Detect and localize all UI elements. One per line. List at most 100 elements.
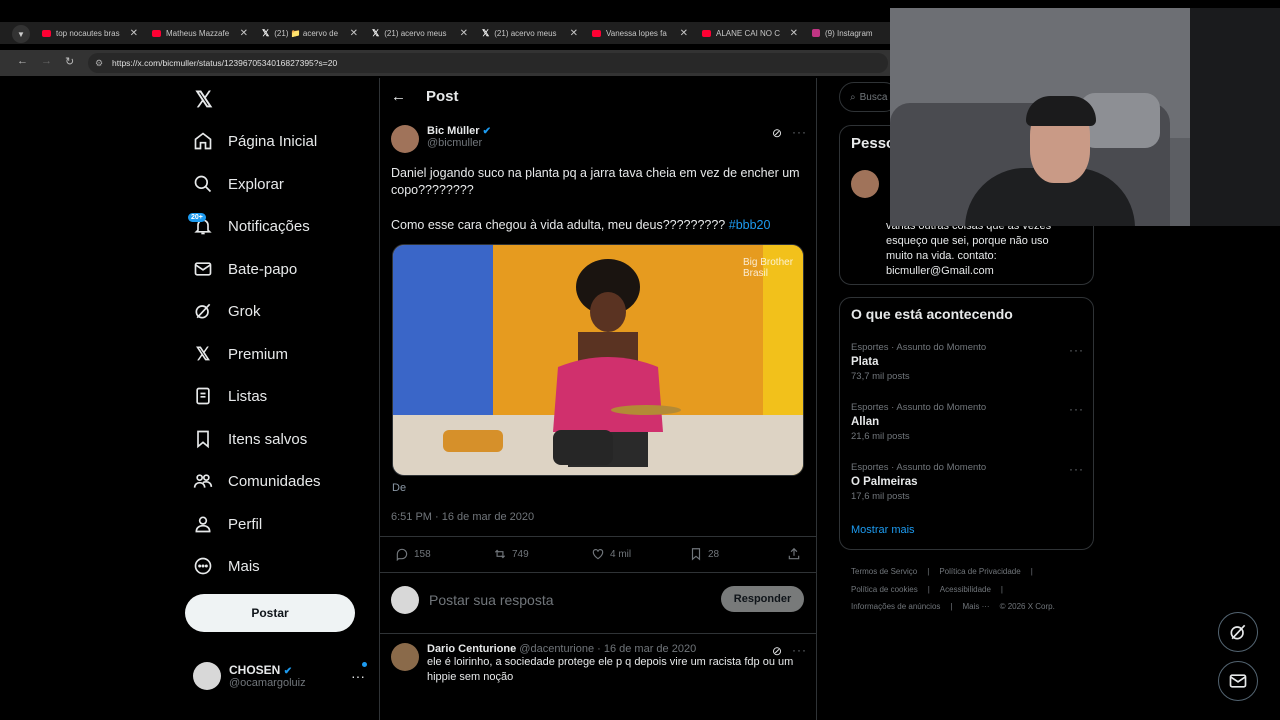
nav-communities[interactable]: Comunidades: [192, 470, 321, 492]
reply-input[interactable]: Postar sua resposta: [429, 592, 554, 608]
x-logo-icon: 𝕏: [195, 343, 211, 364]
post-header: ← Post: [391, 88, 459, 105]
unread-dot: [362, 662, 367, 667]
grok-icon[interactable]: ⊘: [772, 644, 782, 658]
share-icon: [788, 547, 800, 560]
nav-home[interactable]: Página Inicial: [192, 130, 317, 152]
avatar[interactable]: [391, 643, 419, 671]
hashtag-link[interactable]: #bbb20: [729, 218, 771, 232]
trends-title: O que está acontecendo: [851, 306, 1013, 322]
close-icon[interactable]: ✕: [350, 28, 358, 39]
browser-tab[interactable]: ALANE CAI NO C ✕: [696, 22, 798, 44]
nav-explore[interactable]: Explorar: [192, 173, 284, 195]
post-media[interactable]: Big Brother Brasil: [392, 244, 804, 476]
like-action[interactable]: 4 mil: [591, 547, 631, 561]
trend-item[interactable]: Esportes · Assunto do Momento Allan 21,6 m…: [851, 402, 986, 442]
more-dots-icon[interactable]: ···: [1069, 343, 1084, 357]
nav-profile[interactable]: Perfil: [192, 513, 262, 535]
grok-icon: [1230, 624, 1246, 640]
url-field[interactable]: ⚙ https://x.com/bicmuller/status/12396705…: [88, 53, 888, 73]
mail-icon: [1229, 674, 1247, 688]
browser-tab[interactable]: 𝕏 (21) 📁 acervo de ✕: [256, 22, 358, 44]
youtube-icon: [592, 29, 601, 37]
trend-item[interactable]: Esportes · Assunto do Momento Plata 73,7 m…: [851, 342, 986, 382]
more-dots-icon[interactable]: ···: [351, 668, 365, 684]
more-circle-icon: [192, 555, 214, 577]
close-icon[interactable]: ✕: [570, 28, 578, 39]
grok-icon[interactable]: ⊘: [772, 126, 782, 140]
search-icon: ⌕: [850, 91, 856, 103]
bookmark-icon: [691, 548, 701, 561]
notification-badge: 20+: [188, 213, 206, 222]
browser-tab[interactable]: Vanessa lopes fa ✕: [586, 22, 688, 44]
account-switcher[interactable]: CHOSEN ✔ @ocamargoluiz ···: [193, 662, 367, 690]
close-icon[interactable]: ✕: [130, 28, 138, 39]
back-arrow-icon[interactable]: ←: [17, 55, 28, 67]
post-author[interactable]: Bic Müller ✔ @bicmuller: [391, 125, 491, 153]
show-more-link[interactable]: Mostrar mais: [851, 524, 915, 536]
footer-links: Termos de Serviço | Política de Privacidad…: [851, 567, 1033, 576]
avatar[interactable]: [851, 170, 879, 198]
verified-badge-icon: ✔: [283, 666, 293, 677]
x-logo-icon[interactable]: 𝕏: [195, 87, 213, 113]
browser-tab[interactable]: Matheus Mazzafe ✕: [146, 22, 248, 44]
reply-button[interactable]: Responder: [721, 586, 804, 612]
browser-tab[interactable]: 𝕏 (21) acervo meus ✕: [366, 22, 468, 44]
list-icon: [192, 385, 214, 407]
person-icon: [192, 513, 214, 535]
heart-icon: [592, 549, 604, 560]
avatar: [391, 586, 419, 614]
reply-action[interactable]: 158: [395, 547, 431, 561]
forward-arrow-icon[interactable]: →: [41, 55, 52, 67]
footer-links: Informações de anúncios | Mais ··· © 2026 X…: [851, 602, 1055, 611]
repost-icon: [494, 549, 506, 559]
home-icon: [192, 130, 214, 152]
nav-bookmarks[interactable]: Itens salvos: [192, 428, 307, 450]
more-dots-icon[interactable]: ···: [792, 125, 807, 139]
browser-tab[interactable]: 𝕏 (21) acervo meus ✕: [476, 22, 578, 44]
x-icon: 𝕏: [372, 27, 380, 38]
bookmark-action[interactable]: 28: [689, 547, 719, 561]
post-timestamp[interactable]: 6:51 PM · 16 de mar de 2020: [391, 511, 534, 523]
mail-icon: [192, 258, 214, 280]
reply-composer[interactable]: Postar sua resposta: [391, 586, 554, 614]
nav-grok[interactable]: Grok: [192, 300, 261, 322]
reload-icon[interactable]: ↻: [65, 55, 74, 68]
youtube-icon: [702, 29, 711, 37]
site-settings-icon[interactable]: ⚙: [95, 58, 103, 69]
browser-tab[interactable]: (9) Instagram: [806, 22, 890, 44]
avatar[interactable]: [391, 125, 419, 153]
trend-item[interactable]: Esportes · Assunto do Momento O Palmeiras…: [851, 462, 986, 502]
share-action[interactable]: [787, 547, 801, 561]
more-dots-icon[interactable]: ···: [792, 643, 807, 657]
back-arrow-icon[interactable]: ←: [391, 88, 406, 105]
tab-bar: top nocautes bras ✕ Matheus Mazzafe ✕ 𝕏 (21…: [0, 22, 890, 44]
x-icon: 𝕏: [262, 27, 270, 38]
repost-action[interactable]: 749: [493, 547, 529, 561]
close-icon[interactable]: ✕: [460, 28, 468, 39]
nav-chat[interactable]: Bate-papo: [192, 258, 297, 280]
messages-fab[interactable]: [1218, 661, 1258, 701]
grok-icon: [192, 300, 214, 322]
post-button[interactable]: Postar: [185, 594, 355, 632]
close-icon[interactable]: ✕: [240, 28, 248, 39]
grok-fab[interactable]: [1218, 612, 1258, 652]
nav-premium[interactable]: 𝕏 Premium: [192, 343, 288, 365]
x-icon: 𝕏: [482, 27, 490, 38]
nav-notifications[interactable]: Notificações: [192, 215, 310, 237]
close-icon[interactable]: ✕: [790, 28, 798, 39]
footer-links: Política de cookies | Acessibilidade |: [851, 585, 1003, 594]
youtube-icon: [42, 29, 51, 37]
reply-post[interactable]: Dario Centurione @dacenturione · 16 de m…: [391, 643, 807, 685]
webcam-overlay: [890, 8, 1280, 226]
nav-lists[interactable]: Listas: [192, 385, 267, 407]
search-icon: [192, 173, 214, 195]
close-icon[interactable]: ✕: [680, 28, 688, 39]
browser-tab[interactable]: top nocautes bras ✕: [36, 22, 138, 44]
profile-bio: várias outras coisas que as vezes esqueç…: [886, 220, 1052, 277]
more-dots-icon[interactable]: ···: [1069, 402, 1084, 416]
media-caption: De: [392, 482, 407, 494]
avatar: [193, 662, 221, 690]
more-dots-icon[interactable]: ···: [1069, 462, 1084, 476]
nav-more[interactable]: Mais: [192, 555, 260, 577]
